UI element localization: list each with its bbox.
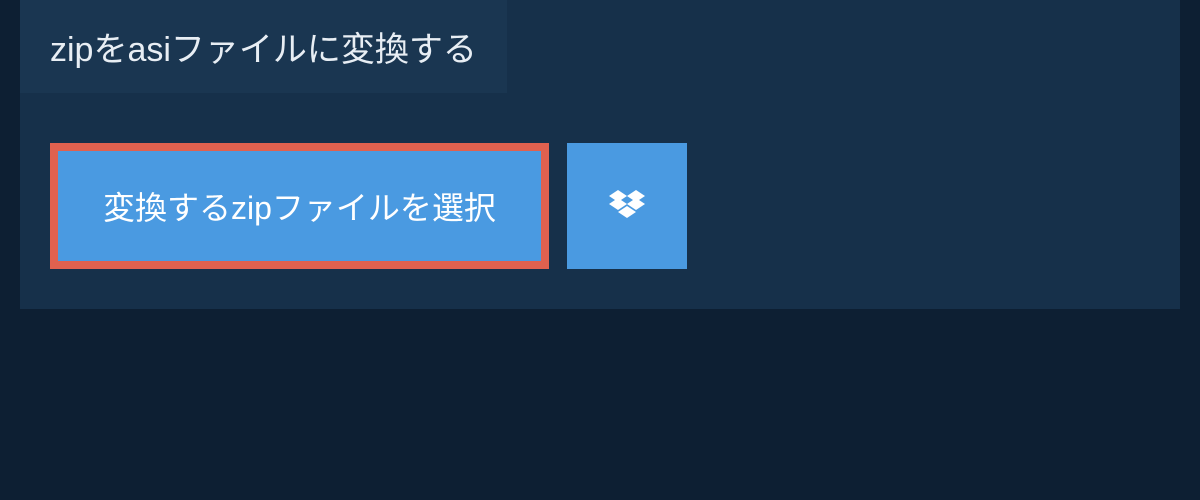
page-title: zipをasiファイルに変換する xyxy=(50,31,477,69)
page-title-tab: zipをasiファイルに変換する xyxy=(20,0,507,93)
dropbox-button[interactable] xyxy=(567,143,687,269)
select-file-label: 変換するzipファイルを選択 xyxy=(103,183,496,229)
conversion-panel: zipをasiファイルに変換する 変換するzipファイルを選択 xyxy=(20,0,1180,309)
select-file-button[interactable]: 変換するzipファイルを選択 xyxy=(50,143,549,269)
button-row: 変換するzipファイルを選択 xyxy=(50,143,1180,269)
dropbox-icon xyxy=(609,190,645,222)
